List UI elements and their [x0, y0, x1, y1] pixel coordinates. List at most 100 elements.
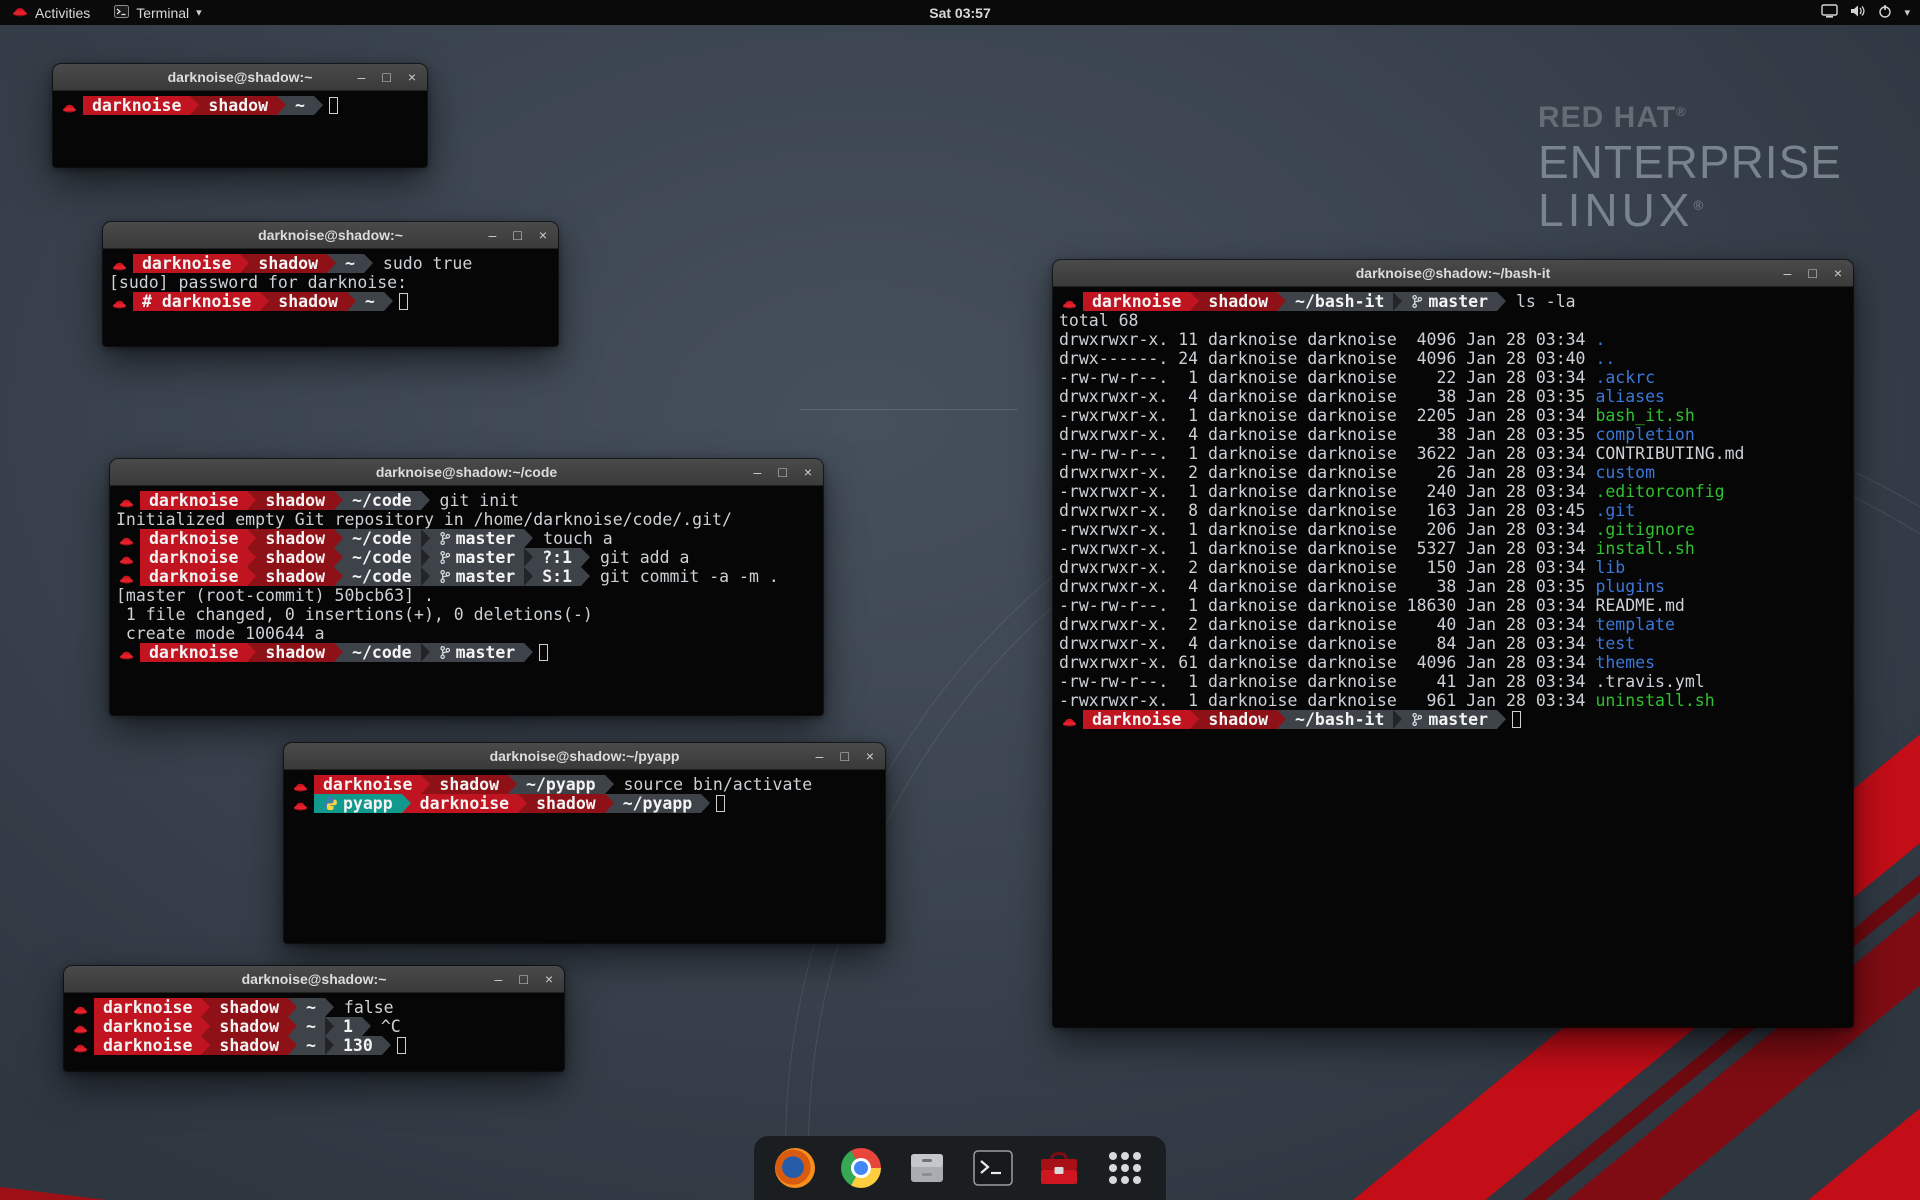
powerline-separator-icon [201, 998, 210, 1017]
prompt-segment-path: ~ [356, 292, 384, 311]
terminal-content[interactable]: darknoiseshadow~ falsedarknoiseshadow~1 … [64, 993, 564, 1060]
close-button[interactable]: × [1834, 266, 1842, 280]
terminal-text: [master (root-commit) 50bcb63] . [116, 586, 434, 605]
window-titlebar[interactable]: darknoise@shadow:~ –□× [53, 64, 427, 91]
terminal-text: source bin/activate [614, 775, 813, 794]
display-icon[interactable] [1821, 4, 1838, 21]
powerline-separator-icon [524, 567, 533, 586]
terminal-line: darknoiseshadow~/codemaster [116, 643, 817, 662]
prompt-segment-venv: pyapp [314, 794, 402, 813]
dock-app-grid[interactable] [1102, 1145, 1148, 1191]
prompt-segment-host: shadow [210, 1017, 288, 1036]
window-titlebar[interactable]: darknoise@shadow:~/bash-it – □ × [1053, 260, 1853, 287]
prompt-segment-path: ~ [297, 1036, 325, 1055]
powerline-separator-icon [1277, 292, 1286, 311]
powerline-separator-icon [247, 567, 256, 586]
maximize-button[interactable]: □ [513, 228, 521, 242]
powerline-separator-icon [325, 998, 334, 1017]
dock-firefox[interactable] [772, 1145, 818, 1191]
minimize-button[interactable]: – [816, 749, 824, 763]
prompt-segment-host: shadow [527, 794, 605, 813]
powerline-separator-icon [327, 254, 336, 273]
maximize-button[interactable]: □ [519, 972, 527, 986]
prompt-segment-user: darknoise [1083, 710, 1190, 729]
terminal-content[interactable]: darknoiseshadow~/pyapp source bin/activa… [284, 770, 885, 818]
power-icon[interactable] [1878, 4, 1892, 21]
maximize-button[interactable]: □ [1808, 266, 1816, 280]
files-icon [906, 1147, 948, 1189]
window-titlebar[interactable]: darknoise@shadow:~/pyapp –□× [284, 743, 885, 770]
app-menu-terminal[interactable]: Terminal ▾ [102, 0, 213, 25]
terminal-line: drwxrwxr-x. 11 darknoise darknoise 4096 … [1059, 330, 1847, 349]
terminal-text: touch a [533, 529, 612, 548]
terminal-content[interactable]: darknoiseshadow~/code git initInitialize… [110, 486, 823, 667]
terminal-text: drwxrwxr-x. 8 darknoise darknoise 163 Ja… [1059, 501, 1595, 520]
redhat-prompt-icon [109, 254, 133, 273]
powerline-separator-icon [1393, 292, 1402, 311]
window-controls: – □ × [816, 743, 874, 769]
prompt-segment-path: ~ [286, 96, 314, 115]
powerline-separator-icon [421, 548, 430, 567]
prompt-segment-path: master [430, 548, 525, 567]
terminal-line: drwxrwxr-x. 4 darknoise darknoise 38 Jan… [1059, 577, 1847, 596]
prompt-segment-path: master [1402, 292, 1497, 311]
minimize-button[interactable]: – [1784, 266, 1792, 280]
powerline-separator-icon [288, 1036, 297, 1055]
minimize-button[interactable]: – [489, 228, 497, 242]
activities-button[interactable]: Activities [0, 0, 102, 25]
maximize-button[interactable]: □ [840, 749, 848, 763]
terminal-line: -rwxrwxr-x. 1 darknoise darknoise 961 Ja… [1059, 691, 1847, 710]
powerline-separator-icon [325, 1017, 334, 1036]
terminal-line: darknoiseshadow~ false [70, 998, 558, 1017]
redhat-prompt-icon [1059, 292, 1083, 311]
prompt-segment-path: ~/code [343, 567, 421, 586]
powerline-separator-icon [334, 567, 343, 586]
clock[interactable]: Sat 03:57 [929, 5, 990, 21]
prompt-segment-host: shadow [1199, 292, 1277, 311]
terminal-content[interactable]: darknoiseshadow~ [53, 91, 427, 120]
close-button[interactable]: × [545, 972, 553, 986]
prompt-segment-path: ~/bash-it [1286, 710, 1393, 729]
volume-icon[interactable] [1850, 4, 1866, 21]
window-titlebar[interactable]: darknoise@shadow:~ –□× [64, 966, 564, 993]
close-button[interactable]: × [539, 228, 547, 242]
powerline-separator-icon [421, 491, 430, 510]
window-titlebar[interactable]: darknoise@shadow:~/code –□× [110, 459, 823, 486]
app-menu-label: Terminal [136, 5, 189, 21]
minimize-button[interactable]: – [358, 70, 366, 84]
prompt-segment-path: ~/code [343, 548, 421, 567]
close-button[interactable]: × [804, 465, 812, 479]
dock-files[interactable] [904, 1145, 950, 1191]
dock-toolbox[interactable] [1036, 1145, 1082, 1191]
prompt-segment-user: # darknoise [133, 292, 260, 311]
terminal-line: pyappdarknoiseshadow~/pyapp [290, 794, 879, 813]
minimize-button[interactable]: – [754, 465, 762, 479]
window-titlebar[interactable]: darknoise@shadow:~ –□× [103, 222, 558, 249]
minimize-button[interactable]: – [495, 972, 503, 986]
close-button[interactable]: × [408, 70, 416, 84]
prompt-segment-path: master [430, 529, 525, 548]
terminal-line: darknoiseshadow~130 [70, 1036, 558, 1055]
close-button[interactable]: × [866, 749, 874, 763]
prompt-segment-path: 1 [334, 1017, 362, 1036]
powerline-separator-icon [524, 643, 533, 662]
terminal-text: drwxrwxr-x. 2 darknoise darknoise 150 Ja… [1059, 558, 1595, 577]
maximize-button[interactable]: □ [382, 70, 390, 84]
terminal-content[interactable]: darknoiseshadow~/bash-itmaster ls -latot… [1053, 287, 1853, 734]
terminal-content[interactable]: darknoiseshadow~ sudo true[sudo] passwor… [103, 249, 558, 316]
wallpaper-stripe [0, 1182, 218, 1200]
git-branch-icon [439, 567, 456, 586]
terminal-line: create mode 100644 a [116, 624, 817, 643]
dock-terminal[interactable] [970, 1145, 1016, 1191]
window-title: darknoise@shadow:~/bash-it [1356, 265, 1551, 281]
dock-chrome[interactable] [838, 1145, 884, 1191]
top-bar: Activities Terminal ▾ Sat 03:57 ▾ [0, 0, 1920, 25]
powerline-separator-icon [605, 775, 614, 794]
terminal-text: drwxrwxr-x. 4 darknoise darknoise 38 Jan… [1059, 425, 1595, 444]
prompt-segment-path: master [430, 567, 525, 586]
powerline-separator-icon [362, 1017, 371, 1036]
terminal-line: darknoiseshadow~/bash-itmaster [1059, 710, 1847, 729]
system-status-area[interactable]: ▾ [1821, 0, 1920, 25]
redhat-prompt-icon [290, 775, 314, 794]
maximize-button[interactable]: □ [778, 465, 786, 479]
